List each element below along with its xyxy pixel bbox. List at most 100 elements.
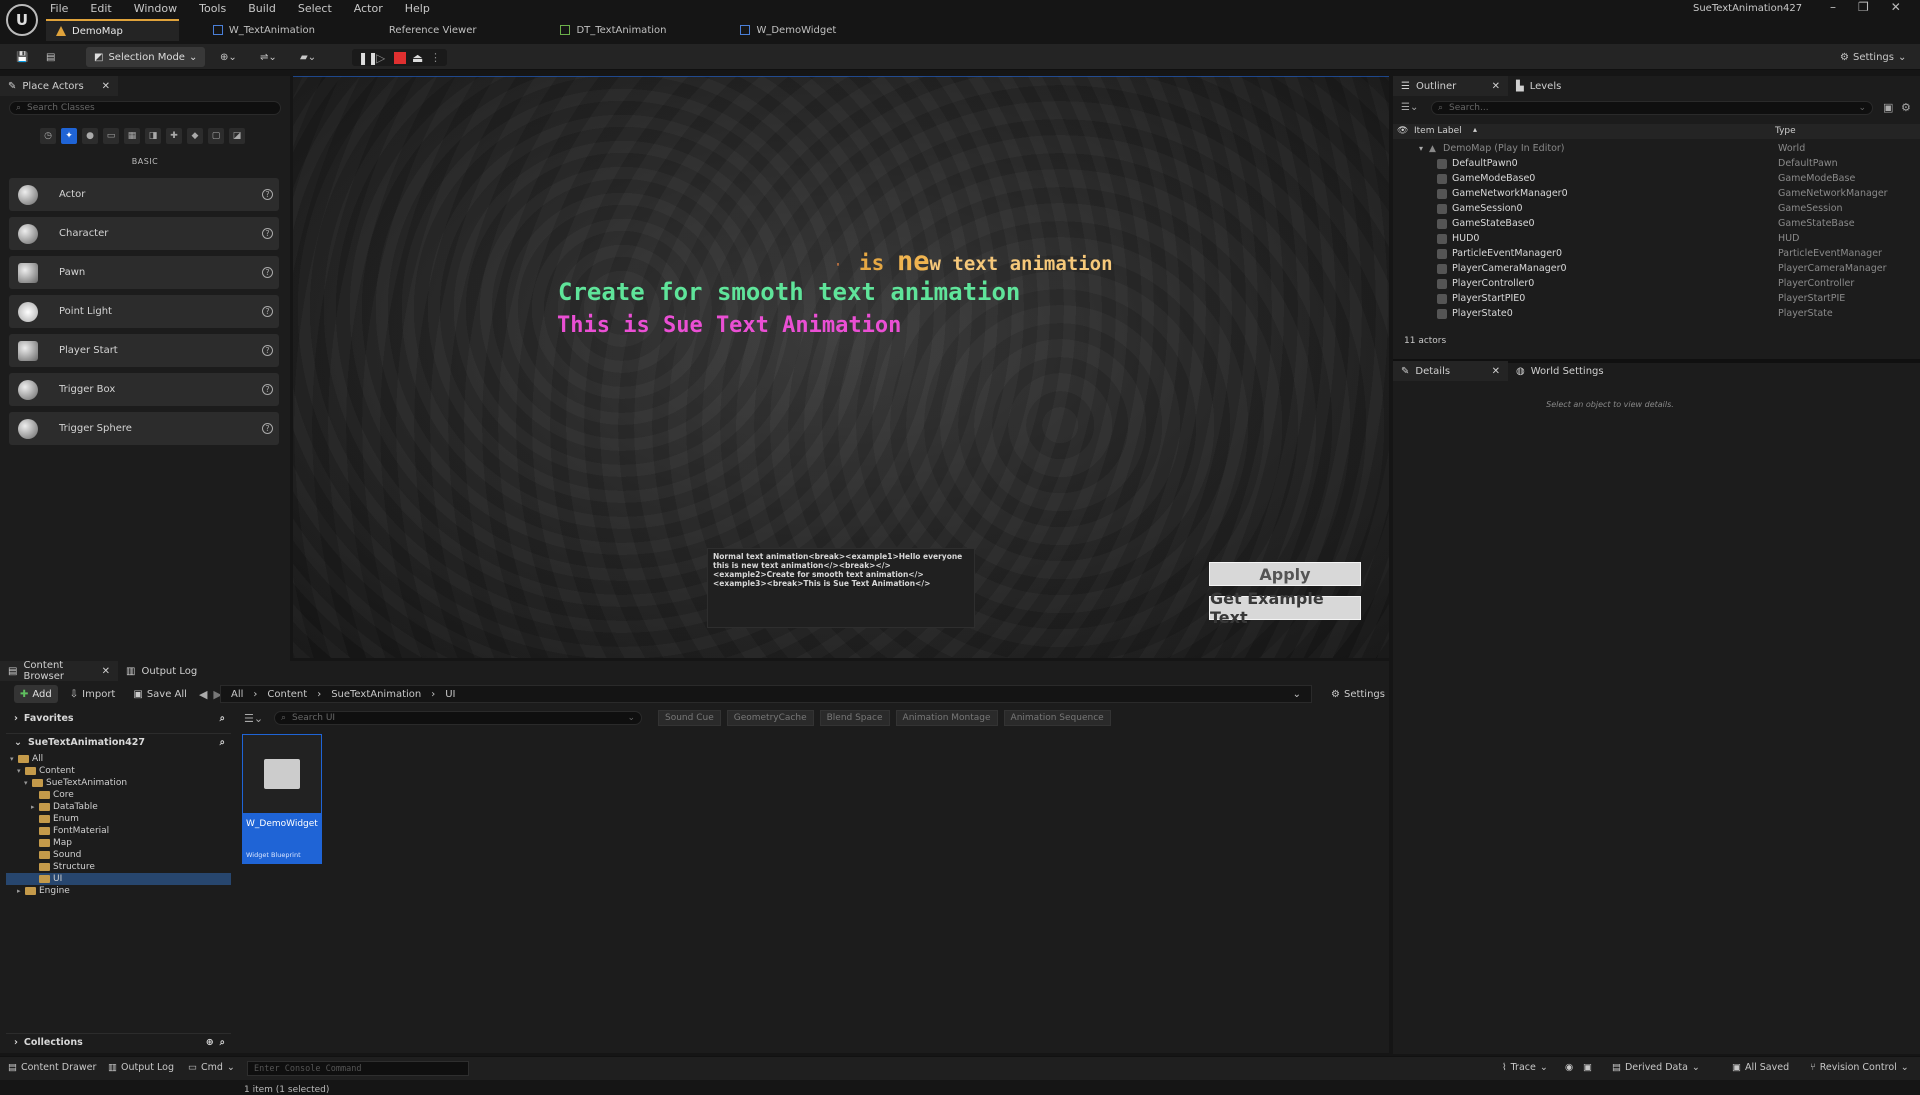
- outliner-row[interactable]: PlayerController0 PlayerController: [1393, 276, 1920, 291]
- tab-details[interactable]: ✎ Details ✕: [1393, 361, 1508, 381]
- eject-icon[interactable]: ⏏: [412, 52, 424, 64]
- breadcrumb-item[interactable]: All: [231, 689, 243, 700]
- actor-item[interactable]: Character ?: [9, 217, 279, 250]
- search-icon[interactable]: ⌕: [220, 737, 225, 748]
- content-drawer-button[interactable]: ▤ Content Drawer: [8, 1062, 96, 1073]
- favorites-header[interactable]: › Favorites ⌕: [6, 709, 231, 727]
- close-icon[interactable]: ✕: [1492, 366, 1500, 377]
- expand-arrow-icon[interactable]: ▾: [10, 755, 18, 763]
- tab-outliner[interactable]: ☰ Outliner ✕: [1393, 76, 1508, 96]
- cinematic-icon[interactable]: ▦: [124, 128, 140, 144]
- outliner-root-row[interactable]: ▾ ▲ DemoMap (Play In Editor) World: [1393, 141, 1920, 156]
- geometry-icon[interactable]: ✚: [166, 128, 182, 144]
- folder-tree-item[interactable]: ▾ All: [6, 753, 231, 765]
- console-command-input[interactable]: Enter Console Command: [247, 1061, 469, 1076]
- add-actor-icon[interactable]: ⊕⌄: [214, 46, 243, 68]
- tab-place-actors[interactable]: ✎ Place Actors ✕: [0, 76, 118, 96]
- outliner-row[interactable]: GameModeBase0 GameModeBase: [1393, 171, 1920, 186]
- save-all-button[interactable]: ▣ Save All: [127, 685, 193, 703]
- breadcrumb-item[interactable]: Content: [267, 689, 307, 700]
- outliner-row[interactable]: PlayerStartPIE0 PlayerStartPIE: [1393, 291, 1920, 306]
- unreal-logo-icon[interactable]: U: [6, 4, 38, 36]
- tab-w-textanimation[interactable]: W_TextAnimation: [203, 19, 325, 41]
- help-icon[interactable]: ?: [262, 189, 273, 200]
- expand-arrow-icon[interactable]: ▸: [17, 887, 25, 895]
- custom-icon[interactable]: ◪: [229, 128, 245, 144]
- visibility-eye-icon[interactable]: 👁: [1397, 126, 1408, 136]
- tab-w-demowidget[interactable]: W_DemoWidget: [730, 19, 846, 41]
- folder-tree-item[interactable]: Core: [6, 789, 231, 801]
- outliner-row[interactable]: GameStateBase0 GameStateBase: [1393, 216, 1920, 231]
- add-button[interactable]: ✚ Add: [14, 685, 58, 703]
- filter-chip[interactable]: GeometryCache: [726, 710, 814, 726]
- visual-effects-icon[interactable]: ◨: [145, 128, 161, 144]
- outliner-row[interactable]: DefaultPawn0 DefaultPawn: [1393, 156, 1920, 171]
- text-input-box[interactable]: Normal text animation<break><example1>He…: [707, 548, 975, 628]
- folder-tree-item[interactable]: Map: [6, 837, 231, 849]
- outliner-row[interactable]: HUD0 HUD: [1393, 231, 1920, 246]
- expand-arrow-icon[interactable]: ▾: [24, 779, 32, 787]
- record-icon[interactable]: ◉: [1565, 1062, 1573, 1073]
- outliner-row[interactable]: PlayerCameraManager0 PlayerCameraManager: [1393, 261, 1920, 276]
- basic-icon[interactable]: ✦: [61, 128, 77, 144]
- close-icon[interactable]: ✕: [102, 81, 110, 92]
- tab-levels[interactable]: ▙ Levels: [1508, 76, 1569, 96]
- filter-chip[interactable]: Blend Space: [819, 710, 890, 726]
- volumes-icon[interactable]: ◆: [187, 128, 203, 144]
- get-example-text-button[interactable]: Get Example Text: [1209, 589, 1361, 627]
- collections-header[interactable]: › Collections ⊕ ⌕: [6, 1033, 231, 1051]
- outliner-row[interactable]: ParticleEventManager0 ParticleEventManage…: [1393, 246, 1920, 261]
- outliner-search-input[interactable]: ⌕ Search... ⌄: [1431, 101, 1873, 115]
- menu-window[interactable]: Window: [134, 2, 177, 15]
- chevron-down-icon[interactable]: ⌄: [1293, 689, 1301, 700]
- breadcrumb-item[interactable]: UI: [445, 689, 455, 700]
- expand-arrow-icon[interactable]: ▾: [17, 767, 25, 775]
- chevron-down-icon[interactable]: ⌄: [1858, 103, 1866, 113]
- tab-content-browser[interactable]: ▤ Content Browser ✕: [0, 660, 118, 682]
- expand-arrow-icon[interactable]: ▸: [31, 803, 39, 811]
- resume-icon[interactable]: ▷: [376, 52, 388, 64]
- asset-search-input[interactable]: ⌕ Search UI ⌄: [274, 711, 642, 725]
- expand-arrow-icon[interactable]: ▾: [1419, 144, 1423, 153]
- history-back-icon[interactable]: ◀: [199, 688, 207, 701]
- selection-mode-dropdown[interactable]: ◩ Selection Mode ⌄: [86, 47, 206, 67]
- filter-chip[interactable]: Sound Cue: [658, 710, 721, 726]
- folder-tree-item[interactable]: ▸ Engine: [6, 885, 231, 897]
- settings-button[interactable]: ⚙ Settings ⌄: [1834, 46, 1912, 68]
- actor-item[interactable]: Trigger Sphere ?: [9, 412, 279, 445]
- all-saved-button[interactable]: ▣ All Saved: [1732, 1062, 1789, 1073]
- close-icon[interactable]: ✕: [1891, 0, 1901, 14]
- actor-item[interactable]: Actor ?: [9, 178, 279, 211]
- outliner-row[interactable]: GameSession0 GameSession: [1393, 201, 1920, 216]
- help-icon[interactable]: ?: [262, 306, 273, 317]
- asset-tile[interactable]: W_DemoWidget Widget Blueprint: [242, 734, 322, 864]
- revision-control-dropdown[interactable]: ⑂ Revision Control ⌄: [1810, 1062, 1909, 1073]
- menu-build[interactable]: Build: [248, 2, 276, 15]
- filter-icon[interactable]: ☰⌄: [1401, 102, 1421, 113]
- tab-world-settings[interactable]: ◍ World Settings: [1508, 361, 1612, 381]
- stop-icon[interactable]: [394, 51, 406, 64]
- menu-file[interactable]: File: [50, 2, 68, 15]
- recent-icon[interactable]: ◷: [40, 128, 56, 144]
- close-icon[interactable]: ✕: [102, 666, 110, 677]
- restore-icon[interactable]: ❐: [1858, 0, 1869, 14]
- pause-icon[interactable]: ❚❚: [358, 52, 378, 64]
- tab-demomap[interactable]: DemoMap: [46, 19, 179, 41]
- tab-output-log[interactable]: ▥ Output Log: [118, 661, 205, 681]
- folder-tree-item[interactable]: ▾ Content: [6, 765, 231, 777]
- output-log-button[interactable]: ▥ Output Log: [108, 1062, 174, 1073]
- filter-chip[interactable]: Animation Sequence: [1003, 710, 1111, 726]
- import-button[interactable]: ⇩ Import: [64, 685, 122, 703]
- actor-item[interactable]: Point Light ?: [9, 295, 279, 328]
- minimize-icon[interactable]: –: [1830, 0, 1836, 14]
- search-classes-input[interactable]: ⌕ Search Classes: [9, 101, 281, 115]
- menu-select[interactable]: Select: [298, 2, 332, 15]
- column-item-label[interactable]: Item Label: [1414, 126, 1462, 136]
- all-classes-icon[interactable]: ▢: [208, 128, 224, 144]
- actor-item[interactable]: Player Start ?: [9, 334, 279, 367]
- trace-dropdown[interactable]: ⌇ Trace ⌄: [1502, 1062, 1548, 1073]
- outliner-row[interactable]: PlayerState0 PlayerState: [1393, 306, 1920, 321]
- lights-icon[interactable]: ●: [82, 128, 98, 144]
- breadcrumb-item[interactable]: SueTextAnimation: [331, 689, 421, 700]
- menu-actor[interactable]: Actor: [354, 2, 383, 15]
